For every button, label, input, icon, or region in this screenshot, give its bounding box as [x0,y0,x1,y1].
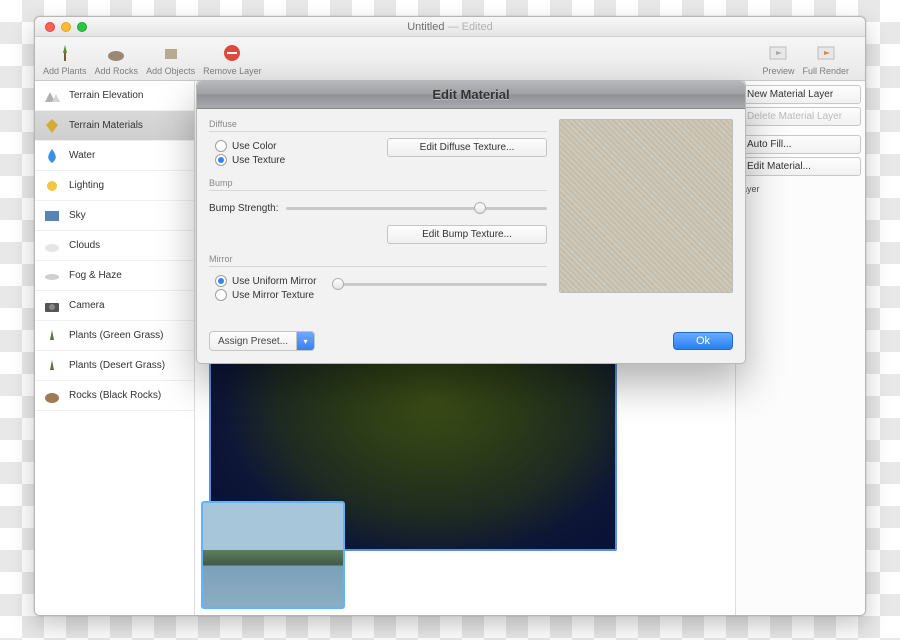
use-texture-radio[interactable]: Use Texture [215,154,285,166]
sidebar-item-plants-green-grass-[interactable]: Plants (Green Grass) [35,321,194,351]
assign-preset-select[interactable]: Assign Preset... ▾ [209,331,315,351]
preview-button[interactable]: Preview [762,41,794,76]
sidebar-item-plants-desert-grass-[interactable]: Plants (Desert Grass) [35,351,194,381]
preview-thumbnail[interactable] [201,501,345,609]
layer-section-label: ayer [742,184,861,194]
water-icon [41,145,63,167]
sidebar-item-label: Lighting [69,180,104,191]
assign-preset-label: Assign Preset... [210,336,296,347]
edit-material-dialog: Edit Material Diffuse Use Color Use Text… [196,80,746,364]
sidebar-item-terrain-materials[interactable]: Terrain Materials [35,111,194,141]
sidebar-item-label: Sky [69,210,86,221]
plants-icon [53,41,77,65]
full-render-label: Full Render [802,66,849,76]
sidebar-item-label: Plants (Green Grass) [69,330,163,341]
titlebar: Untitled — Edited [35,17,865,37]
diffuse-label: Diffuse [209,119,547,132]
sidebar-item-label: Rocks (Black Rocks) [69,390,161,401]
rocks-icon [104,41,128,65]
sidebar-item-label: Water [69,150,95,161]
plant-icon [41,355,63,377]
title-text: Untitled [407,21,444,33]
delete-material-button[interactable]: Delete Material Layer [740,107,861,126]
texture-preview [559,119,733,293]
use-color-radio[interactable]: Use Color [215,140,285,152]
sidebar-item-water[interactable]: Water [35,141,194,171]
use-uniform-mirror-radio[interactable]: Use Uniform Mirror [215,275,316,287]
rock-icon [41,385,63,407]
preview-icon [766,41,790,65]
sun-icon [41,175,63,197]
sidebar-item-sky[interactable]: Sky [35,201,194,231]
bump-label: Bump [209,178,547,191]
bump-strength-label: Bump Strength: [209,203,278,214]
render-icon [814,41,838,65]
remove-layer-button[interactable]: Remove Layer [203,41,262,76]
dialog-title: Edit Material [197,81,745,109]
ok-button[interactable]: Ok [673,332,733,350]
objects-icon [159,41,183,65]
new-material-button[interactable]: New Material Layer [740,85,861,104]
thumbnails [201,501,345,609]
remove-layer-label: Remove Layer [203,66,262,76]
add-rocks-button[interactable]: Add Rocks [95,41,139,76]
plant-icon [41,325,63,347]
window-title: Untitled — Edited [35,21,865,33]
camera-icon [41,295,63,317]
remove-icon [220,41,244,65]
sky-icon [41,205,63,227]
cloud-icon [41,235,63,257]
auto-fill-button[interactable]: Auto Fill... [740,135,861,154]
add-plants-label: Add Plants [43,66,87,76]
sidebar-item-clouds[interactable]: Clouds [35,231,194,261]
sidebar-item-terrain-elevation[interactable]: Terrain Elevation [35,81,194,111]
sidebar-item-label: Fog & Haze [69,270,122,281]
mirror-label: Mirror [209,254,547,267]
fog-icon [41,265,63,287]
mineral-icon [41,115,63,137]
sidebar-item-camera[interactable]: Camera [35,291,194,321]
sidebar: Terrain Elevation Terrain Materials Water L… [35,81,195,615]
use-mirror-texture-radio[interactable]: Use Mirror Texture [215,289,316,301]
right-panel: New Material Layer Delete Material Layer… [735,81,865,615]
mirror-group: Mirror Use Uniform Mirror Use Mirror Tex… [209,254,547,303]
sidebar-item-label: Terrain Materials [69,120,143,131]
toolbar: Add Plants Add Rocks Add Objects Remove … [35,37,865,81]
diffuse-group: Diffuse Use Color Use Texture Edit Diffu… [209,119,547,168]
chevron-down-icon: ▾ [296,332,314,350]
sidebar-item-fog-haze[interactable]: Fog & Haze [35,261,194,291]
add-plants-button[interactable]: Add Plants [43,41,87,76]
sidebar-item-label: Terrain Elevation [69,90,143,101]
title-subtext: — Edited [448,21,493,33]
sidebar-item-label: Camera [69,300,105,311]
add-objects-button[interactable]: Add Objects [146,41,195,76]
full-render-button[interactable]: Full Render [802,41,849,76]
sidebar-item-rocks-black-rocks-[interactable]: Rocks (Black Rocks) [35,381,194,411]
sidebar-item-lighting[interactable]: Lighting [35,171,194,201]
mirror-amount-slider[interactable] [332,277,547,291]
edit-diffuse-texture-button[interactable]: Edit Diffuse Texture... [387,138,547,157]
preview-label: Preview [762,66,794,76]
edit-bump-texture-button[interactable]: Edit Bump Texture... [387,225,547,244]
sidebar-item-label: Clouds [69,240,100,251]
add-objects-label: Add Objects [146,66,195,76]
sidebar-item-label: Plants (Desert Grass) [69,360,165,371]
mountain-icon [41,85,63,107]
bump-strength-slider[interactable] [286,201,547,215]
edit-material-button[interactable]: Edit Material... [740,157,861,176]
bump-group: Bump Bump Strength: Edit Bump Texture... [209,178,547,244]
add-rocks-label: Add Rocks [95,66,139,76]
